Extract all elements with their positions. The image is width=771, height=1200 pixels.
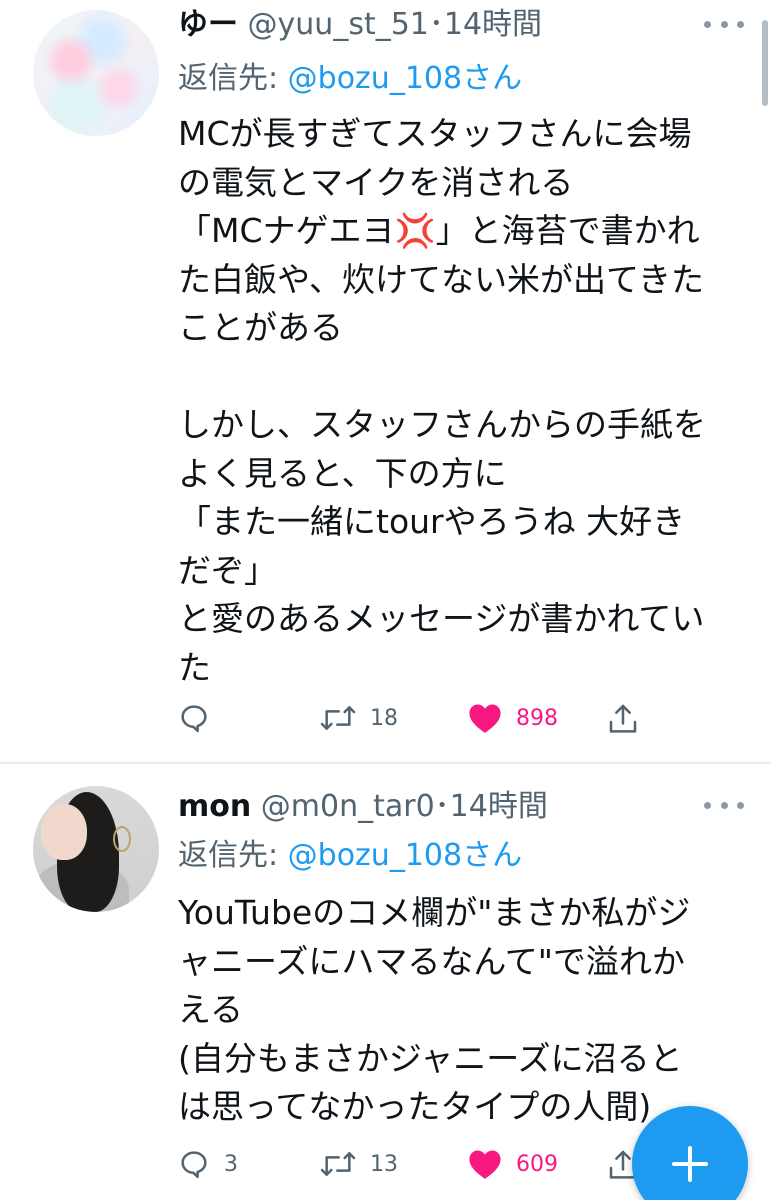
tweet-header: mon @m0n_tar0･14時間 bbox=[178, 787, 548, 827]
retweet-icon bbox=[320, 1152, 356, 1176]
avatar[interactable] bbox=[33, 786, 159, 912]
tweet-text: MCが長すぎてスタッフさんに会場 の電気とマイクを消される 「MCナゲエヨ💢」と… bbox=[178, 114, 706, 687]
tweet-actions: 18 898 bbox=[178, 696, 738, 740]
like-count: 609 bbox=[516, 1151, 558, 1177]
reply-prefix: 返信先: bbox=[178, 838, 288, 873]
display-name[interactable]: mon bbox=[178, 789, 251, 824]
retweet-button[interactable]: 18 bbox=[320, 696, 398, 740]
like-button[interactable]: 898 bbox=[468, 696, 558, 740]
reply-handle-link[interactable]: @bozu_108さん bbox=[288, 61, 522, 96]
reply-prefix: 返信先: bbox=[178, 61, 288, 96]
share-icon bbox=[609, 704, 637, 733]
like-button[interactable]: 609 bbox=[468, 1142, 558, 1186]
tweet-header: ゆー @yuu_st_51･14時間 bbox=[178, 5, 542, 45]
retweet-button[interactable]: 13 bbox=[320, 1142, 398, 1186]
tweet[interactable]: ゆー @yuu_st_51･14時間 返信先: @bozu_108さん MCが長… bbox=[0, 0, 771, 762]
handle-and-time: @yuu_st_51･14時間 bbox=[238, 7, 543, 42]
reply-to: 返信先: @bozu_108さん bbox=[178, 836, 522, 876]
retweet-count: 13 bbox=[370, 1151, 398, 1177]
reply-icon bbox=[181, 1151, 207, 1179]
more-icon[interactable] bbox=[704, 14, 744, 34]
handle-and-time: @m0n_tar0･14時間 bbox=[251, 789, 548, 824]
like-count: 898 bbox=[516, 705, 558, 731]
share-button[interactable] bbox=[608, 696, 638, 740]
display-name[interactable]: ゆー bbox=[178, 7, 238, 42]
more-icon[interactable] bbox=[704, 795, 744, 815]
heart-icon bbox=[469, 1150, 501, 1179]
reply-to: 返信先: @bozu_108さん bbox=[178, 59, 522, 99]
retweet-icon bbox=[320, 706, 356, 730]
reply-count: 3 bbox=[224, 1151, 238, 1177]
reply-button[interactable] bbox=[178, 696, 224, 740]
reply-handle-link[interactable]: @bozu_108さん bbox=[288, 838, 522, 873]
avatar[interactable] bbox=[33, 10, 159, 136]
retweet-count: 18 bbox=[370, 705, 398, 731]
plus-icon bbox=[672, 1146, 708, 1182]
tweet-text: YouTubeのコメ欄が"まさか私がジ ャニーズにハマるなんて"で溢れか える … bbox=[178, 893, 691, 1126]
reply-icon bbox=[181, 705, 207, 733]
heart-icon bbox=[469, 704, 501, 733]
timeline-feed: ゆー @yuu_st_51･14時間 返信先: @bozu_108さん MCが長… bbox=[0, 0, 771, 1200]
reply-button[interactable]: 3 bbox=[178, 1142, 238, 1186]
